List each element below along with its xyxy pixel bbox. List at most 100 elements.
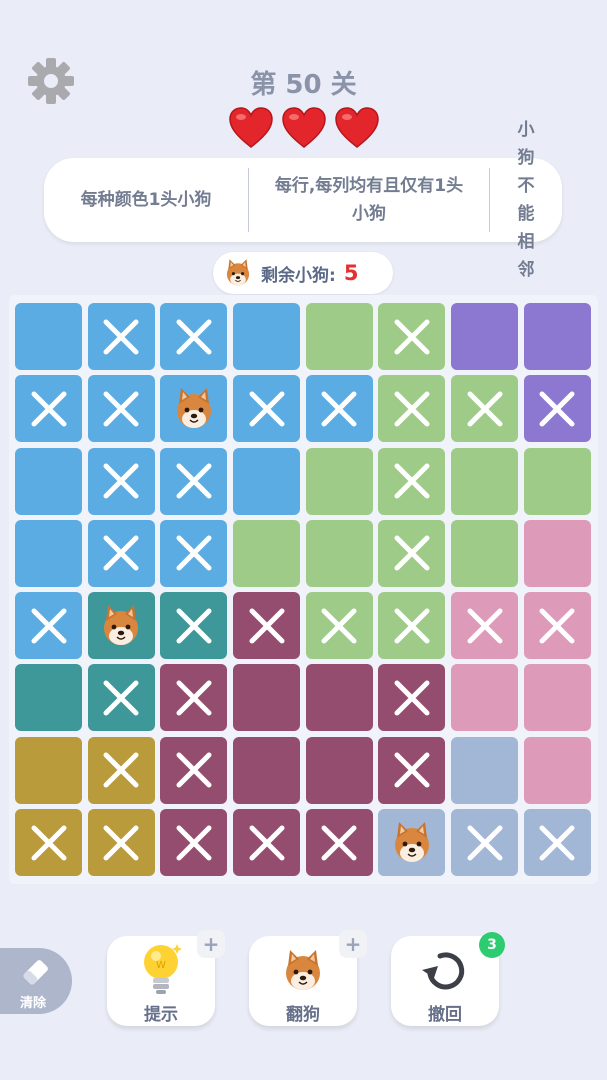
board-cell[interactable] bbox=[160, 809, 228, 877]
board-cell[interactable] bbox=[15, 519, 82, 587]
board-cell[interactable] bbox=[15, 375, 82, 443]
hint-button[interactable]: W + 提示 bbox=[107, 930, 225, 1026]
x-mark-icon bbox=[394, 752, 430, 788]
board-cell[interactable] bbox=[451, 592, 519, 660]
board-cell[interactable] bbox=[87, 809, 155, 877]
board-cell[interactable] bbox=[451, 375, 519, 443]
board-cell[interactable] bbox=[233, 519, 301, 587]
board-cell[interactable] bbox=[160, 447, 228, 515]
board-cell[interactable] bbox=[233, 809, 301, 877]
board-cell[interactable] bbox=[87, 375, 155, 443]
x-mark-icon bbox=[103, 391, 139, 427]
x-mark-icon bbox=[103, 535, 139, 571]
board-cell[interactable] bbox=[378, 447, 446, 515]
x-mark-icon bbox=[249, 608, 285, 644]
board-cell[interactable] bbox=[233, 736, 301, 804]
board-cell[interactable] bbox=[87, 664, 155, 732]
board-cell[interactable] bbox=[160, 592, 228, 660]
board-cell[interactable] bbox=[233, 375, 301, 443]
board-cell[interactable] bbox=[451, 664, 519, 732]
board-cell[interactable] bbox=[451, 519, 519, 587]
board-cell[interactable] bbox=[451, 736, 519, 804]
x-mark-icon bbox=[321, 825, 357, 861]
board-cell[interactable] bbox=[523, 303, 591, 370]
board-cell[interactable] bbox=[523, 519, 591, 587]
x-mark-icon bbox=[31, 825, 66, 861]
hint-add-button[interactable]: + bbox=[197, 930, 225, 958]
board-cell[interactable] bbox=[233, 592, 301, 660]
undo-icon bbox=[422, 952, 465, 990]
x-mark-icon bbox=[467, 825, 503, 861]
board-grid bbox=[15, 303, 592, 880]
x-mark-icon bbox=[467, 608, 503, 644]
board-cell[interactable] bbox=[160, 375, 228, 443]
undo-count-badge: 3 bbox=[479, 932, 505, 958]
board-cell[interactable] bbox=[523, 664, 591, 732]
board-cell[interactable] bbox=[305, 447, 373, 515]
board-cell[interactable] bbox=[451, 809, 519, 877]
board-cell[interactable] bbox=[378, 303, 446, 370]
x-mark-icon bbox=[103, 463, 139, 499]
x-mark-icon bbox=[176, 680, 212, 716]
board-cell[interactable] bbox=[523, 809, 591, 877]
undo-button[interactable]: 3 撤回 bbox=[391, 932, 505, 1026]
heart-icon bbox=[335, 107, 379, 148]
remaining-label: 剩余小狗: bbox=[261, 265, 336, 286]
board-cell[interactable] bbox=[15, 447, 82, 515]
board-cell[interactable] bbox=[305, 519, 373, 587]
board-cell[interactable] bbox=[15, 664, 82, 732]
x-mark-icon bbox=[394, 680, 430, 716]
board-cell[interactable] bbox=[378, 736, 446, 804]
remaining-count: 5 bbox=[343, 261, 359, 285]
board-cell[interactable] bbox=[523, 447, 591, 515]
x-mark-icon bbox=[249, 825, 285, 861]
board-cell[interactable] bbox=[160, 664, 228, 732]
board-cell[interactable] bbox=[305, 736, 373, 804]
board-cell[interactable] bbox=[305, 664, 373, 732]
board-cell[interactable] bbox=[233, 303, 301, 370]
board-cell[interactable] bbox=[378, 375, 446, 443]
board-cell[interactable] bbox=[87, 592, 155, 660]
board-cell[interactable] bbox=[233, 447, 301, 515]
x-mark-icon bbox=[176, 319, 212, 354]
board-cell[interactable] bbox=[15, 809, 82, 877]
x-mark-icon bbox=[394, 463, 430, 499]
eraser-icon bbox=[23, 960, 48, 985]
board-cell[interactable] bbox=[378, 664, 446, 732]
board-cell[interactable] bbox=[451, 447, 519, 515]
clear-label: 清除 bbox=[20, 996, 47, 1011]
board-cell[interactable] bbox=[451, 303, 519, 370]
x-mark-icon bbox=[394, 391, 430, 427]
board-cell[interactable] bbox=[523, 592, 591, 660]
board-cell[interactable] bbox=[305, 809, 373, 877]
board-cell[interactable] bbox=[87, 519, 155, 587]
flip-add-button[interactable]: + bbox=[339, 930, 367, 958]
board-cell[interactable] bbox=[160, 736, 228, 804]
board-cell[interactable] bbox=[15, 592, 82, 660]
board-cell[interactable] bbox=[87, 303, 155, 370]
board-cell[interactable] bbox=[160, 519, 228, 587]
board-cell[interactable] bbox=[233, 664, 301, 732]
board-cell[interactable] bbox=[87, 447, 155, 515]
board-cell[interactable] bbox=[378, 592, 446, 660]
undo-label: 撤回 bbox=[428, 1005, 462, 1025]
board-cell[interactable] bbox=[15, 303, 82, 370]
dog-icon bbox=[104, 604, 139, 645]
board-cell[interactable] bbox=[305, 375, 373, 443]
board-cell[interactable] bbox=[305, 303, 373, 370]
board-cell[interactable] bbox=[378, 809, 446, 877]
level-title: 第 50 关 bbox=[250, 70, 357, 100]
board-cell[interactable] bbox=[305, 592, 373, 660]
clear-button[interactable]: 清除 bbox=[0, 948, 72, 1014]
board-cell[interactable] bbox=[523, 736, 591, 804]
x-mark-icon bbox=[176, 535, 212, 571]
rule-not-adjacent: 小狗不能相邻 bbox=[489, 120, 562, 280]
flip-dog-button[interactable]: + 翻狗 bbox=[249, 930, 367, 1026]
lives bbox=[228, 107, 380, 151]
board-cell[interactable] bbox=[523, 375, 591, 443]
board-cell[interactable] bbox=[87, 736, 155, 804]
board-cell[interactable] bbox=[160, 303, 228, 370]
board-cell[interactable] bbox=[15, 736, 82, 804]
board-cell[interactable] bbox=[378, 519, 446, 587]
flip-dog-label: 翻狗 bbox=[286, 1005, 320, 1025]
